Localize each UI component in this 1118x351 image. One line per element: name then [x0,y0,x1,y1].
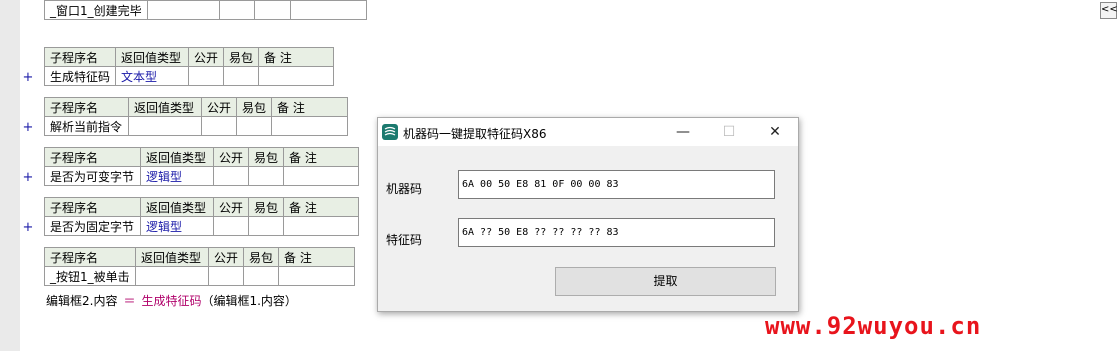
table-cell[interactable] [271,116,349,136]
table-row: 是否为固定字节 逻辑型 [44,216,360,236]
sub-table-4: 子程序名 返回值类型 公开 易包 备 注 是否为固定字节 逻辑型 [44,197,360,236]
site-watermark: www.92wuyou.cn [765,312,982,340]
header-note: 备 注 [258,47,335,67]
table-cell[interactable] [243,266,280,286]
sub-name-cell[interactable]: 生成特征码 [43,66,117,86]
return-type-cell[interactable] [135,266,209,286]
header-public: 公开 [207,247,245,267]
signature-label: 特征码 [386,233,423,247]
table-cell[interactable] [207,266,245,286]
header-name: 子程序名 [43,47,117,67]
table-row: _按钮1_被单击 [44,266,356,286]
header-public: 公开 [212,197,250,217]
table-cell[interactable] [146,0,220,20]
machine-code-label: 机器码 [386,182,423,196]
header-pack: 易包 [223,47,260,67]
table-cell[interactable] [289,0,367,20]
header-return: 返回值类型 [140,147,214,167]
code-line[interactable]: 编辑框2.内容 ＝ 生成特征码（编辑框1.内容） [46,292,297,309]
code-args: （编辑框1.内容） [201,294,297,308]
dialog-title: 机器码一键提取特征码X86 [403,127,547,141]
header-public: 公开 [200,97,238,117]
table-cell[interactable] [283,216,360,236]
header-return: 返回值类型 [140,197,214,217]
editor-gutter [0,0,20,351]
header-name: 子程序名 [44,247,136,267]
table-cell[interactable] [248,166,285,186]
code-function: 生成特征码 [141,294,202,308]
header-return: 返回值类型 [135,247,209,267]
table-cell[interactable] [283,166,360,186]
table-cell[interactable] [212,216,250,236]
table-cell[interactable] [188,66,225,86]
header-pack: 易包 [248,197,285,217]
header-name: 子程序名 [44,97,129,117]
table-cell[interactable] [253,0,291,20]
code-lhs: 编辑框2.内容 [46,294,118,308]
signature-field[interactable]: 6A ?? 50 E8 ?? ?? ?? ?? 83 [458,218,775,247]
header-return: 返回值类型 [115,47,190,67]
table-cell[interactable] [258,66,335,86]
return-type-cell[interactable]: 逻辑型 [140,216,214,236]
header-name: 子程序名 [44,197,141,217]
return-type-cell[interactable]: 文本型 [115,66,190,86]
header-pack: 易包 [236,97,273,117]
table-header-row: 子程序名 返回值类型 公开 易包 备 注 [44,197,360,217]
table-row: 解析当前指令 [44,116,349,136]
table-row: _窗口1_创建完毕 [44,0,367,20]
header-public: 公开 [212,147,250,167]
header-note: 备 注 [271,97,349,117]
return-type-cell[interactable]: 逻辑型 [140,166,214,186]
return-type-cell[interactable] [128,116,202,136]
table-cell[interactable] [223,66,260,86]
collapse-button[interactable]: << [1100,2,1118,19]
table-cell[interactable] [218,0,255,20]
minimize-icon[interactable]: — [660,118,706,146]
event-table: _窗口1_创建完毕 [44,0,367,20]
header-pack: 易包 [243,247,280,267]
sub-name-cell[interactable]: 解析当前指令 [44,116,129,136]
expand-icon[interactable]: + [21,170,35,185]
expand-icon[interactable]: + [21,120,35,135]
table-row: 生成特征码 文本型 [43,66,335,86]
header-note: 备 注 [283,147,360,167]
table-cell[interactable] [212,166,250,186]
header-note: 备 注 [278,247,356,267]
sub-table-1: 子程序名 返回值类型 公开 易包 备 注 生成特征码 文本型 [43,47,335,86]
table-header-row: 子程序名 返回值类型 公开 易包 备 注 [44,247,356,267]
code-equals: ＝ [123,294,136,308]
maximize-icon[interactable]: ☐ [706,118,752,146]
extractor-dialog: 机器码一键提取特征码X86 — ☐ ✕ 机器码 6A 00 50 E8 81 0… [377,117,799,312]
expand-icon[interactable]: + [21,220,35,235]
table-cell[interactable] [200,116,238,136]
sub-table-2: 子程序名 返回值类型 公开 易包 备 注 解析当前指令 [44,97,349,136]
sub-table-5: 子程序名 返回值类型 公开 易包 备 注 _按钮1_被单击 [44,247,356,286]
table-cell[interactable] [278,266,356,286]
table-row: 是否为可变字节 逻辑型 [44,166,360,186]
extract-button[interactable]: 提取 [555,267,776,296]
event-name-cell[interactable]: _窗口1_创建完毕 [44,0,148,20]
sub-name-cell[interactable]: 是否为固定字节 [44,216,141,236]
header-pack: 易包 [248,147,285,167]
table-cell[interactable] [248,216,285,236]
close-icon[interactable]: ✕ [752,118,798,146]
header-note: 备 注 [283,197,360,217]
app-icon [382,124,398,140]
table-cell[interactable] [236,116,273,136]
header-public: 公开 [188,47,225,67]
table-header-row: 子程序名 返回值类型 公开 易包 备 注 [44,97,349,117]
header-return: 返回值类型 [128,97,202,117]
expand-icon[interactable]: + [21,70,35,85]
machine-code-field[interactable]: 6A 00 50 E8 81 0F 00 00 83 [458,170,775,199]
sub-name-cell[interactable]: 是否为可变字节 [44,166,141,186]
title-bar[interactable]: 机器码一键提取特征码X86 — ☐ ✕ [378,118,798,146]
sub-table-3: 子程序名 返回值类型 公开 易包 备 注 是否为可变字节 逻辑型 [44,147,360,186]
header-name: 子程序名 [44,147,141,167]
table-header-row: 子程序名 返回值类型 公开 易包 备 注 [44,147,360,167]
sub-name-cell[interactable]: _按钮1_被单击 [44,266,136,286]
table-header-row: 子程序名 返回值类型 公开 易包 备 注 [43,47,335,67]
